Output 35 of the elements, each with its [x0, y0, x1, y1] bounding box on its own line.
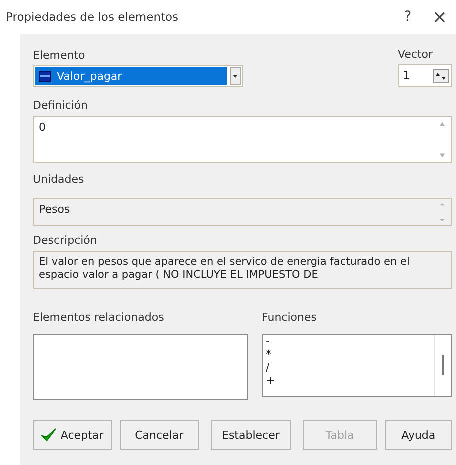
variable-icon [39, 70, 51, 82]
field-value: El valor en pesos que aparece en el servico de energia facturado en el espacio valor a pagar ( NO INCLUYE EL IMPUESTO DE [39, 256, 411, 283]
selected-value: Valor_pagar [35, 67, 227, 85]
function-item[interactable]: / [266, 361, 434, 374]
scroll-arrows-icon [438, 203, 447, 222]
dialog-button[interactable]: Establecer [211, 420, 291, 450]
window-title: Propiedades de los elementos [6, 10, 180, 24]
dialog-button[interactable]: Ayuda [385, 420, 452, 450]
definition-field[interactable]: 0 [33, 116, 452, 163]
units-field[interactable]: Pesos [33, 198, 452, 226]
scroll-arrows-icon [438, 121, 447, 159]
spin-arrows-icon[interactable] [433, 68, 449, 82]
close-button[interactable]: × [424, 5, 456, 29]
field-label: Definición [33, 99, 89, 112]
field-label: Funciones [262, 311, 318, 324]
field-label: Elemento [33, 49, 86, 62]
accept-button[interactable]: Aceptar [33, 420, 112, 450]
function-item[interactable]: + [266, 374, 434, 387]
description-field[interactable]: El valor en pesos que aparece en el servico de energia facturado en el espacio valor a pagar ( NO INCLUYE EL IMPUESTO DE [33, 251, 452, 289]
field-label: Vector [398, 48, 434, 61]
help-button[interactable]: ? [392, 5, 424, 29]
functions-list[interactable]: - * / + [262, 334, 452, 397]
field-label: Unidades [33, 173, 86, 186]
field-label: Descripción [33, 234, 98, 247]
spinner-value: 1 [403, 69, 411, 82]
vector-spinner[interactable]: 1 [398, 64, 452, 87]
field-label: Elementos relacionados [33, 311, 166, 324]
function-item[interactable]: * [266, 348, 434, 361]
field-value: Pesos [39, 203, 72, 218]
dialog-button[interactable]: Cancelar [120, 420, 200, 450]
related-elements-list[interactable] [33, 334, 248, 400]
element-dropdown[interactable]: Valor_pagar [33, 65, 243, 87]
checkmark-icon [40, 428, 57, 442]
field-value: 0 [39, 121, 47, 136]
function-item[interactable]: - [266, 335, 434, 348]
